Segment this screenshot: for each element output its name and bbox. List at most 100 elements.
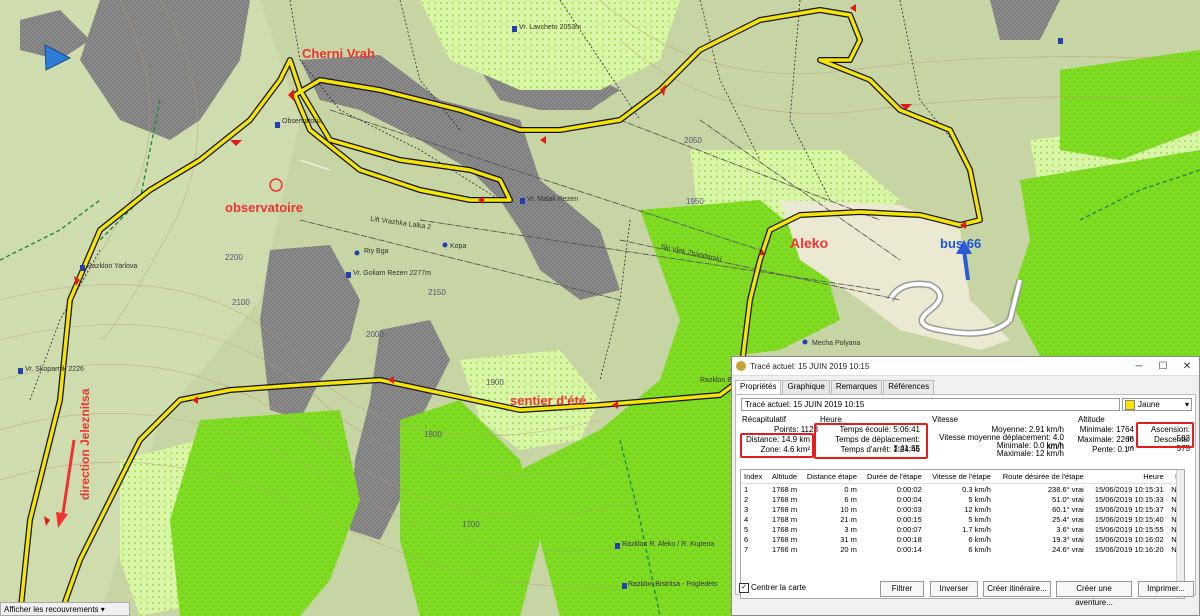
table-cell: 6 km/h	[968, 534, 991, 544]
label-riy-bga: Riy Bga	[364, 248, 389, 255]
center-map-checkbox[interactable]: ✓ Centrer la carte	[739, 583, 806, 593]
table-cell: 15/06/2019 10:16:20	[1094, 544, 1164, 554]
table-row[interactable]: 7 1766 m 20 m 0:00:14 6 km/h 24.6° vrai 15/06/…	[741, 544, 1184, 554]
dialog-tabs: Propriétés Graphique Remarques Référence…	[732, 380, 1199, 394]
label-aleko: Aleko	[790, 235, 829, 251]
table-cell: 31 m	[840, 534, 857, 544]
table-row[interactable]: 6 1768 m 31 m 0:00:18 6 km/h 19.3° vrai 15/06/…	[741, 534, 1184, 544]
table-cell: 20 m	[840, 544, 857, 554]
label-sentier: sentier d'été	[510, 393, 587, 408]
alt-label-2150: 2150	[428, 288, 446, 297]
highlight-heure	[814, 423, 928, 459]
vitesse-header: Vitesse	[932, 415, 959, 424]
pente-label: Pente:	[1092, 445, 1116, 454]
vitesse-max-label: Maximale:	[996, 449, 1034, 458]
tab-graphique[interactable]: Graphique	[782, 380, 830, 394]
table-cell: 0:00:15	[896, 514, 922, 524]
alt-label-2200: 2200	[225, 253, 243, 262]
col-route[interactable]: Route désirée de l'étape	[993, 470, 1087, 484]
table-cell: 0 m	[844, 484, 857, 494]
table-cell: 1	[744, 484, 749, 494]
table-row[interactable]: 3 1768 m 10 m 0:00:03 12 km/h 60.1° vrai 15/06…	[741, 504, 1184, 514]
table-cell: 0:00:03	[896, 504, 922, 514]
table-cell: 60.1° vrai	[1052, 504, 1084, 514]
table-cell: 0:00:04	[896, 494, 922, 504]
table-cell: 0:00:02	[896, 484, 922, 494]
label-vr-malak-rezen: Vr. Malak Rezen	[527, 196, 579, 203]
table-cell: 1768 m	[772, 524, 798, 534]
table-cell: 10 m	[840, 504, 857, 514]
tab-references[interactable]: Références	[883, 380, 935, 394]
alt-label-1950: 1950	[686, 197, 704, 206]
table-cell: 238.6° vrai	[1047, 484, 1084, 494]
tab-remarques[interactable]: Remarques	[830, 380, 883, 394]
col-vitesse[interactable]: Vitesse de l'étape	[924, 470, 994, 484]
reverse-button[interactable]: Inverser	[930, 581, 978, 597]
table-cell: 0:00:14	[896, 544, 922, 554]
alt-label-1800: 1800	[424, 430, 442, 439]
table-cell: 6	[744, 534, 749, 544]
table-row[interactable]: 1 1768 m 0 m 0:00:02 0.3 km/h 238.6° vrai 15/0…	[741, 484, 1184, 495]
label-cherni-vrah: Cherni Vrah	[302, 46, 375, 61]
table-row[interactable]: 5 1768 m 3 m 0:00:07 1.7 km/h 3.6° vrai 15/06/…	[741, 524, 1184, 534]
table-row[interactable]: 4 1768 m 21 m 0:00:15 5 km/h 25.4° vrai 15/06/…	[741, 514, 1184, 524]
center-map-label: Centrer la carte	[751, 583, 807, 593]
table-cell: 3 m	[844, 524, 857, 534]
col-index[interactable]: Index	[741, 470, 767, 484]
col-duree[interactable]: Durée de l'étape	[859, 470, 925, 484]
table-cell: 1768 m	[772, 514, 798, 524]
color-select[interactable]: Jaune ▾	[1122, 398, 1192, 411]
filter-button[interactable]: Filtrer	[880, 581, 924, 597]
table-cell: 3	[744, 504, 749, 514]
table-cell: 0:00:18	[896, 534, 922, 544]
table-cell: 19.3° vrai	[1052, 534, 1084, 544]
table-cell: 1.7 km/h	[962, 524, 991, 534]
show-overlays-dropdown[interactable]: Afficher les recouvrements ▾	[0, 602, 130, 616]
table-cell: 5 km/h	[968, 494, 991, 504]
alt-label-2000: 2000	[366, 330, 384, 339]
table-cell: 1768 m	[772, 534, 798, 544]
print-button[interactable]: Imprimer...	[1138, 581, 1194, 597]
create-route-button[interactable]: Créer itinéraire...	[983, 581, 1051, 597]
table-cell: 15/06/2019 10:15:37	[1094, 504, 1164, 514]
table-cell: 15/06/2019 10:16:02	[1094, 534, 1164, 544]
col-distance[interactable]: Distance étape	[800, 470, 860, 484]
minimize-button[interactable]: ─	[1127, 361, 1151, 372]
table-cell: 1766 m	[772, 544, 798, 554]
app-icon	[736, 361, 746, 371]
alt-label-1900: 1900	[486, 378, 504, 387]
col-altitude[interactable]: Altitude	[766, 470, 801, 484]
dialog-titlebar[interactable]: Tracé actuel: 15 JUIN 2019 10:15 ─ ☐ ✕	[732, 357, 1199, 376]
col-heure[interactable]: Heure	[1086, 470, 1167, 484]
label-bus: bus 66	[940, 236, 982, 251]
close-button[interactable]: ✕	[1175, 361, 1199, 372]
label-direction-jeleznitsa: direction Jeleznitsa	[78, 388, 92, 500]
table-header-row: Index Altitude Distance étape Durée de l…	[741, 470, 1184, 484]
alt-min-label: Minimale:	[1079, 425, 1114, 434]
dialog-title: Tracé actuel: 15 JUIN 2019 10:15	[750, 361, 870, 371]
create-adventure-button[interactable]: Créer une aventure...	[1056, 581, 1132, 607]
label-vr-goliam-rezen: Vr. Goliam Rezen 2277m	[353, 270, 431, 277]
table-cell: 21 m	[840, 514, 857, 524]
table-cell: 4	[744, 514, 749, 524]
tab-proprietes[interactable]: Propriétés	[735, 380, 782, 394]
track-points-table[interactable]: Index Altitude Distance étape Durée de l…	[740, 469, 1185, 599]
table-cell: 6 km/h	[968, 544, 991, 554]
maximize-button[interactable]: ☐	[1151, 361, 1175, 372]
alt-label-1700: 1700	[462, 520, 480, 529]
track-name-input[interactable]: Tracé actuel: 15 JUIN 2019 10:15	[741, 398, 1120, 411]
table-scrollbar[interactable]	[1176, 470, 1184, 598]
table-cell: 25.4° vrai	[1052, 514, 1084, 524]
table-cell: 12 km/h	[964, 504, 991, 514]
track-properties-dialog: Tracé actuel: 15 JUIN 2019 10:15 ─ ☐ ✕ P…	[731, 356, 1200, 616]
pente-value: 0.1 °	[1117, 445, 1134, 454]
label-razklon-yarlova: Razklon Yarlova	[87, 263, 138, 270]
table-cell: 15/06/2019 10:15:55	[1094, 524, 1164, 534]
properties-panel: Tracé actuel: 15 JUIN 2019 10:15 Jaune ▾ …	[735, 394, 1196, 599]
altitude-header: Altitude	[1078, 415, 1105, 424]
highlight-distance	[740, 433, 814, 458]
table-row[interactable]: 2 1768 m 6 m 0:00:04 5 km/h 51.0° vrai 15/06/2…	[741, 494, 1184, 504]
label-observatoria: Observatoria	[282, 118, 323, 125]
forest-3	[1010, 150, 1200, 356]
table-cell: 1768 m	[772, 504, 798, 514]
